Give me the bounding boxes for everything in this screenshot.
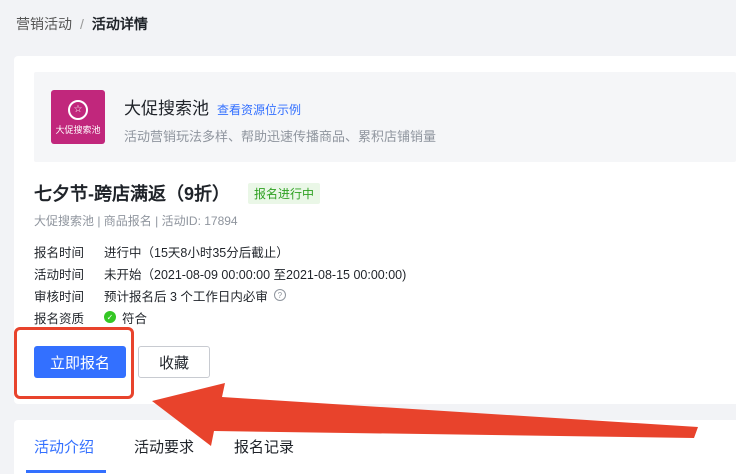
info-label: 报名时间 (34, 245, 85, 260)
resource-banner: ☆ 大促搜索池 大促搜索池 查看资源位示例 活动营销玩法多样、帮助迅速传播商品、… (34, 72, 736, 162)
annotation-highlight-box (14, 327, 134, 399)
info-row-signup-time: 报名时间 进行中（15天8小时35分后截止） (34, 240, 406, 262)
tab-requirements[interactable]: 活动要求 (134, 436, 194, 457)
help-icon[interactable]: ? (273, 289, 286, 301)
breadcrumb-parent-link[interactable]: 营销活动 (16, 14, 72, 34)
check-circle-icon: ✓ (104, 311, 116, 323)
info-label: 活动时间 (34, 267, 85, 282)
breadcrumb-separator: / (80, 16, 84, 32)
breadcrumb: 营销活动 / 活动详情 (16, 14, 148, 34)
info-label: 审核时间 (34, 289, 85, 304)
resource-example-link[interactable]: 查看资源位示例 (217, 101, 301, 118)
breadcrumb-current: 活动详情 (91, 16, 148, 32)
status-badge: 报名进行中 (248, 182, 321, 204)
info-value: 进行中（15天8小时35分后截止） (104, 245, 289, 260)
resource-title-row: 大促搜索池 查看资源位示例 (124, 94, 301, 119)
favorite-button[interactable]: 收藏 (138, 346, 210, 378)
info-value: 符合 (122, 311, 148, 326)
star-in-circle-icon: ☆ (68, 99, 88, 120)
resource-title: 大促搜索池 (124, 99, 209, 118)
info-value-wrap: ✓ 符合 (104, 308, 147, 327)
resource-logo: ☆ 大促搜索池 (51, 90, 105, 144)
tab-bar: 活动介绍 活动要求 报名记录 (14, 420, 736, 474)
info-row-qualification: 报名资质 ✓ 符合 (34, 306, 406, 328)
activity-meta: 大促搜索池 | 商品报名 | 活动ID: 17894 (34, 214, 238, 228)
info-value-wrap: 预计报名后 3 个工作日内必审 ? (104, 286, 286, 305)
tab-records[interactable]: 报名记录 (234, 436, 294, 457)
info-label: 报名资质 (34, 311, 85, 326)
resource-logo-caption: 大促搜索池 (55, 124, 101, 135)
activity-title: 七夕节-跨店满返（9折） (34, 184, 231, 204)
info-value: 预计报名后 3 个工作日内必审 (104, 289, 268, 304)
activity-title-row: 七夕节-跨店满返（9折） 报名进行中 (34, 180, 321, 206)
info-value: 未开始（2021-08-09 00:00:00 至2021-08-15 00:0… (104, 267, 407, 282)
info-row-activity-time: 活动时间 未开始（2021-08-09 00:00:00 至2021-08-15… (34, 262, 406, 284)
resource-description: 活动营销玩法多样、帮助迅速传播商品、累积店铺销量 (124, 129, 437, 144)
tab-active-indicator (26, 470, 106, 473)
info-row-review-time: 审核时间 预计报名后 3 个工作日内必审 ? (34, 284, 406, 306)
activity-info-list: 报名时间 进行中（15天8小时35分后截止） 活动时间 未开始（2021-08-… (34, 240, 406, 328)
tab-intro[interactable]: 活动介绍 (34, 436, 94, 457)
